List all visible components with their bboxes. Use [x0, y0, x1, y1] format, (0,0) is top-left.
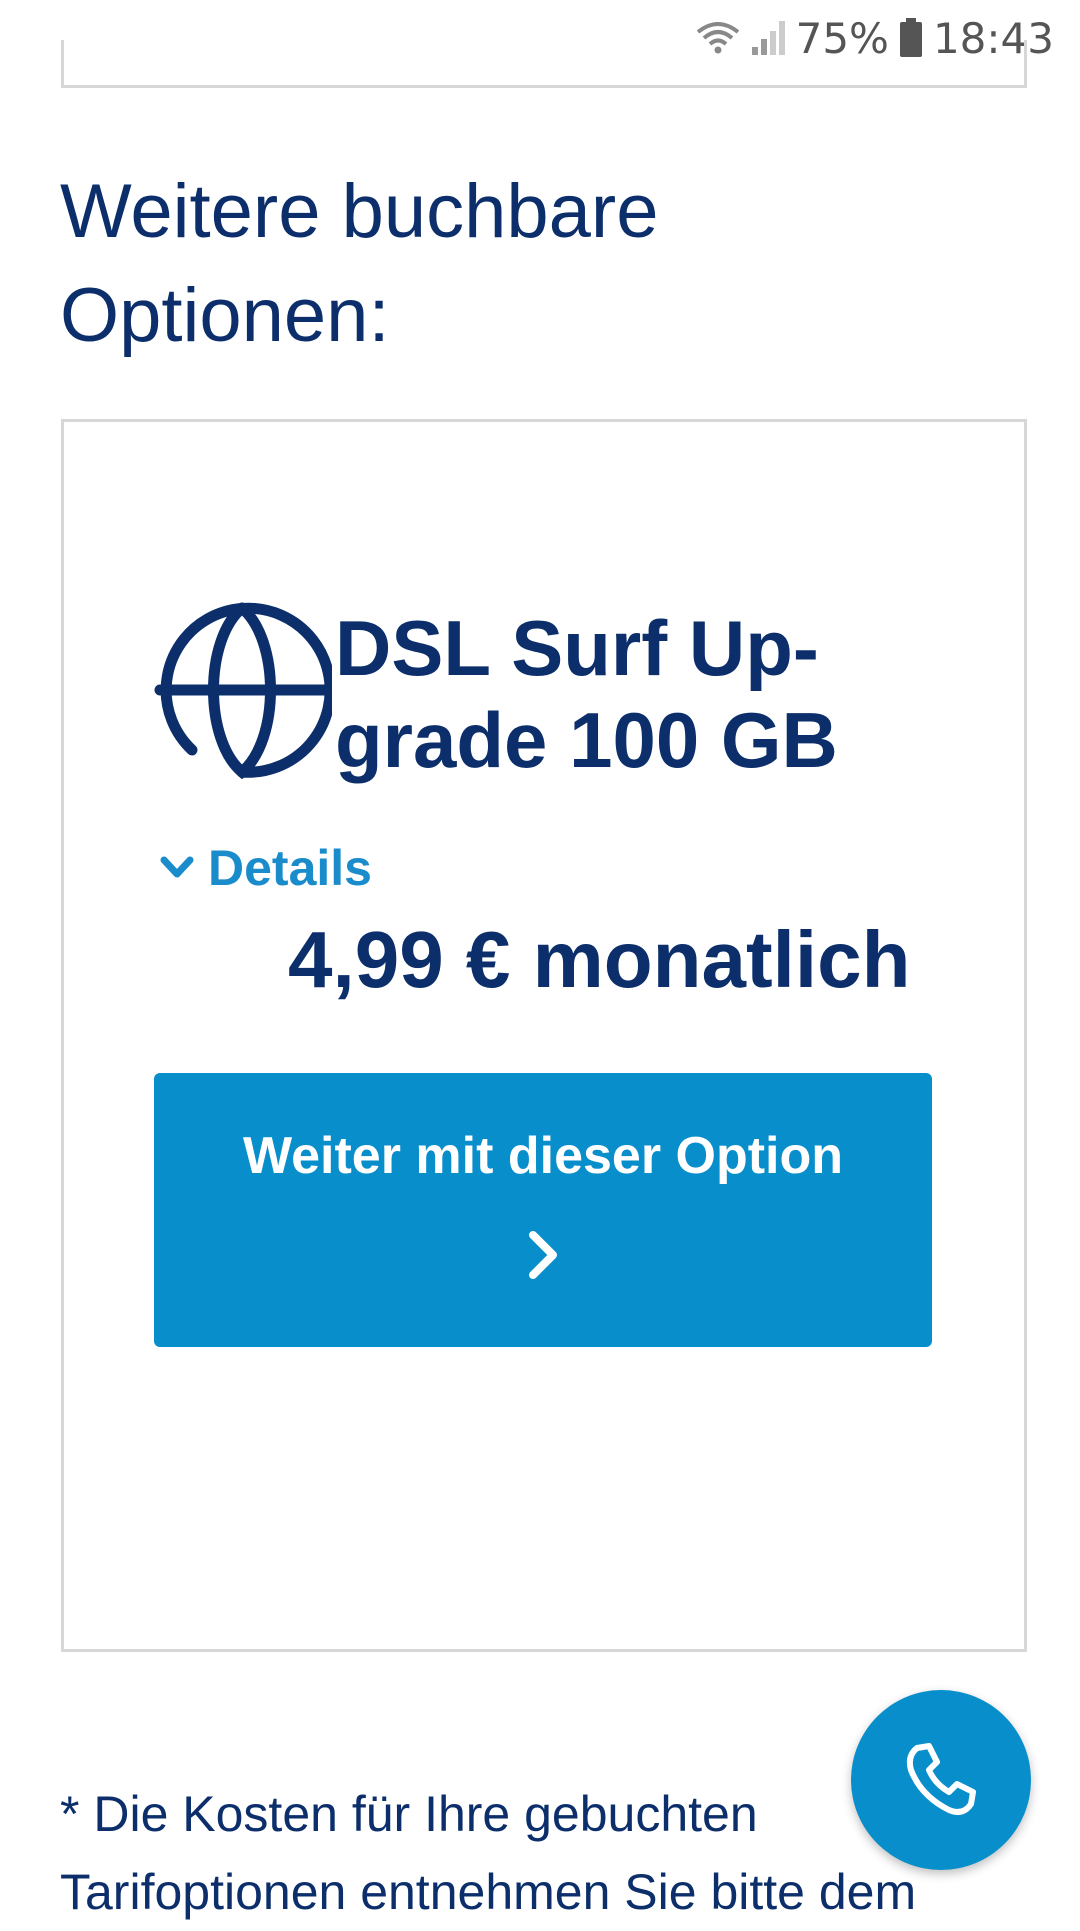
globe-icon	[154, 602, 332, 780]
footnote-line2: Tarifoptionen entnehmen Sie bitte dem	[60, 1864, 917, 1920]
option-title-line2: grade 100 GB	[335, 696, 838, 784]
details-toggle[interactable]: Details	[160, 838, 372, 898]
previous-card-bottom	[61, 40, 1027, 88]
option-price: 4,99 € monatlich	[288, 915, 911, 1004]
chevron-down-icon	[160, 856, 194, 878]
continue-button-label: Weiter mit dieser Option	[242, 1127, 844, 1185]
chevron-right-icon	[529, 1231, 557, 1279]
footnote-line1: * Die Kosten für Ihre gebuchten	[60, 1786, 758, 1842]
section-title-line1: Weitere buchbare	[60, 169, 659, 254]
details-label: Details	[208, 840, 372, 896]
call-fab-button[interactable]	[851, 1690, 1031, 1870]
section-title-line2: Optionen:	[60, 273, 390, 358]
option-title: DSL Surf Up- grade 100 GB	[335, 602, 975, 786]
section-title: Weitere buchbare Optionen:	[60, 160, 960, 368]
continue-with-option-button[interactable]: Weiter mit dieser Option	[154, 1073, 932, 1347]
option-title-line1: DSL Surf Up-	[335, 604, 819, 692]
phone-icon	[906, 1743, 976, 1815]
